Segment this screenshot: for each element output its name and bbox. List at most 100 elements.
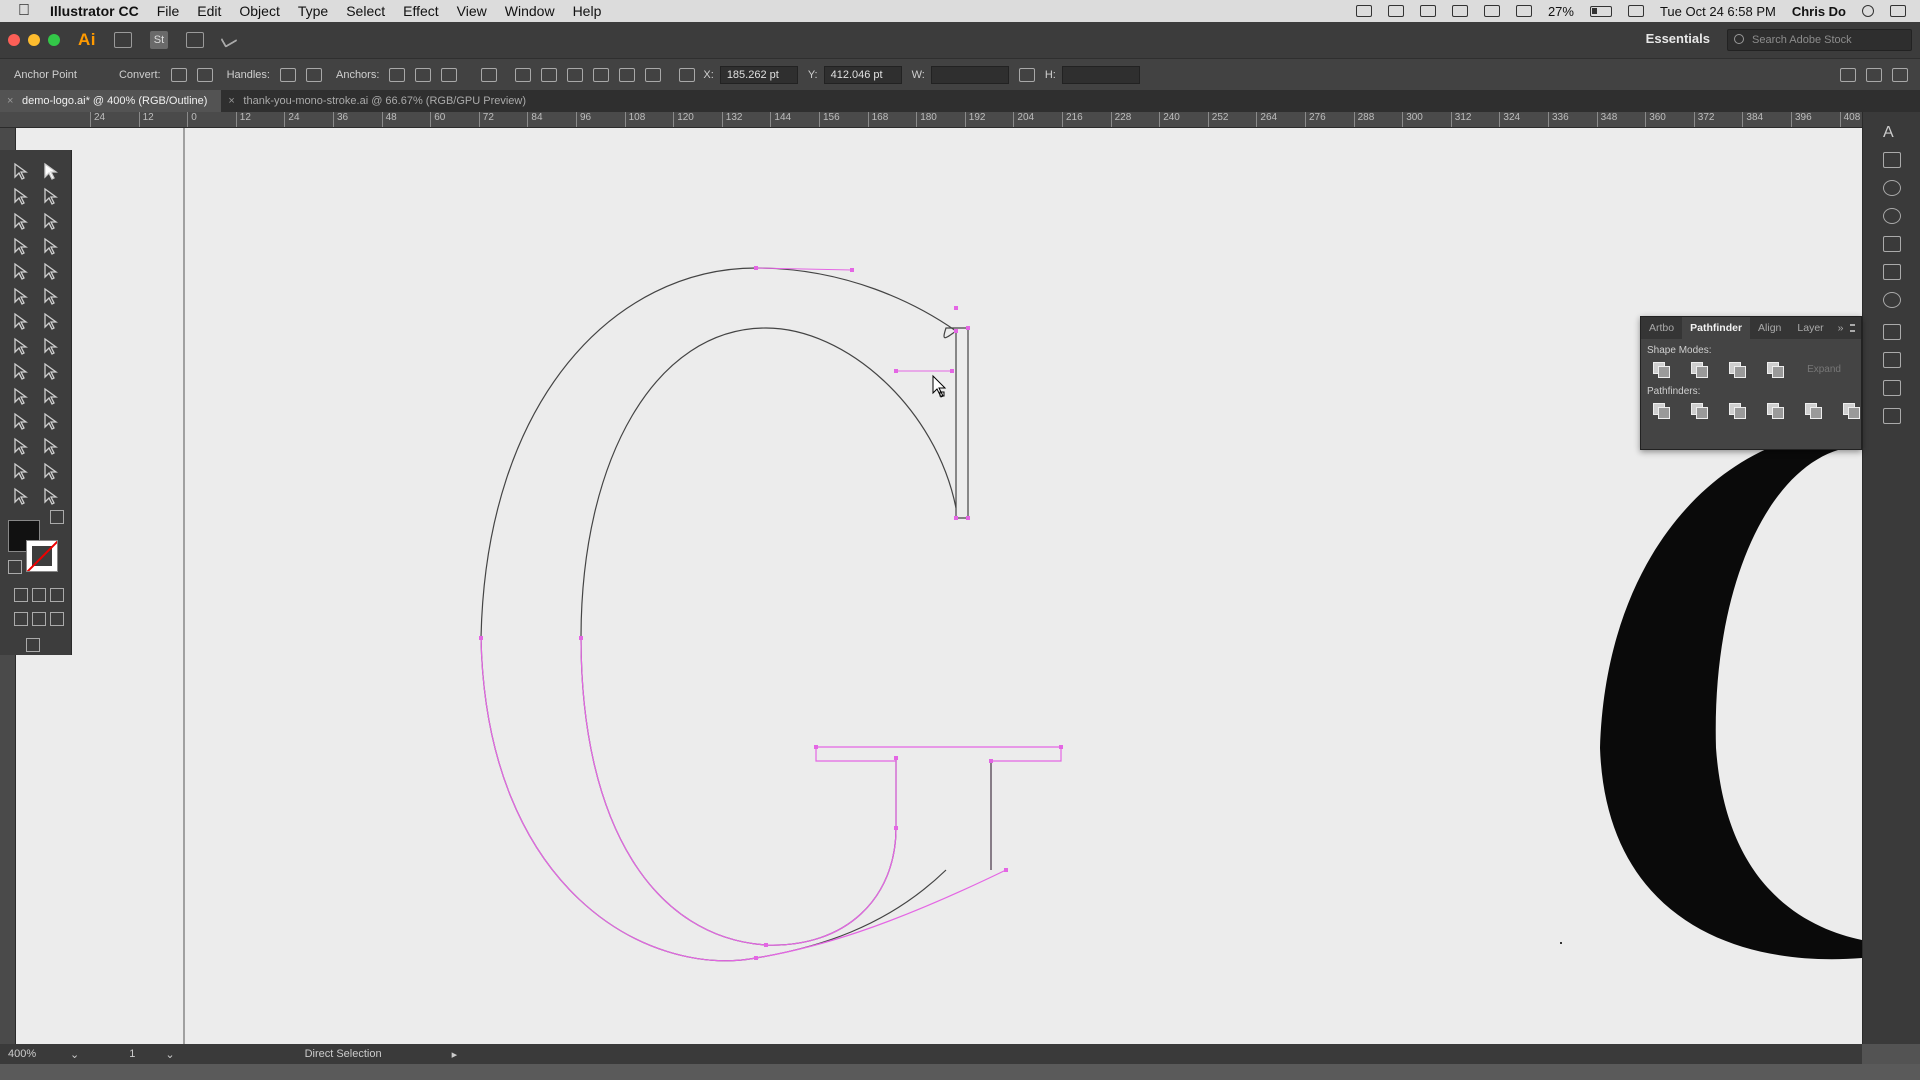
paintbrush-tool-icon[interactable] — [40, 260, 62, 282]
anchor-points[interactable] — [479, 266, 1063, 960]
opacity-panel-icon[interactable] — [1883, 292, 1901, 308]
horizontal-ruler[interactable]: 24 12 0 12 24 36 48 60 72 84 96 108 120 132 144 156 168 1… — [0, 112, 1862, 128]
intersect-button[interactable] — [1729, 362, 1746, 378]
perspective-grid-tool-icon[interactable] — [40, 360, 62, 382]
unite-button[interactable] — [1653, 362, 1670, 378]
connect-anchors-icon[interactable] — [415, 67, 432, 82]
zoom-tool-icon[interactable] — [40, 485, 62, 507]
app-name-menu[interactable]: Illustrator CC — [50, 3, 139, 19]
menu-effect[interactable]: Effect — [403, 3, 439, 19]
transform-icon[interactable] — [1840, 67, 1856, 82]
artboard-number-field[interactable]: 1 — [129, 1048, 135, 1060]
hide-handles-icon[interactable] — [305, 67, 322, 82]
magic-wand-tool-icon[interactable] — [10, 185, 32, 207]
notification-center-icon[interactable] — [1890, 5, 1906, 17]
menu-select[interactable]: Select — [346, 3, 385, 19]
show-handles-icon[interactable] — [279, 67, 296, 82]
artboard-dropdown-icon[interactable]: ⌄ — [165, 1048, 174, 1061]
panel-menu-icon[interactable] — [1849, 324, 1855, 332]
color-mode-icon[interactable] — [14, 588, 28, 602]
stray-point[interactable] — [1560, 942, 1562, 944]
menu-type[interactable]: Type — [298, 3, 328, 19]
isolate-group-icon[interactable] — [1866, 67, 1882, 82]
battery-icon[interactable] — [1589, 5, 1612, 17]
align-to-icon[interactable] — [481, 67, 498, 82]
tab-demo-logo[interactable]: × demo-logo.ai* @ 400% (RGB/Outline) — [0, 90, 222, 112]
time-machine-icon[interactable] — [1419, 5, 1436, 17]
selection-tool-icon[interactable] — [10, 160, 32, 182]
direct-selection-tool-icon[interactable] — [40, 160, 62, 182]
eyedropper-tool-icon[interactable] — [10, 410, 32, 432]
tab-thank-you-mono-stroke[interactable]: × thank-you-mono-stroke.ai @ 66.67% (RGB… — [221, 90, 540, 112]
pen-tool-icon[interactable] — [10, 210, 32, 232]
draw-behind-icon[interactable] — [32, 612, 46, 626]
free-transform-tool-icon[interactable] — [40, 335, 62, 357]
user-name[interactable]: Chris Do — [1792, 4, 1846, 19]
reference-point-icon[interactable] — [679, 67, 696, 82]
status-menu-arrow-icon[interactable]: ▸ — [452, 1048, 458, 1061]
shape-builder-tool-icon[interactable] — [10, 360, 32, 382]
line-segment-tool-icon[interactable] — [40, 235, 62, 257]
menu-help[interactable]: Help — [573, 3, 602, 19]
screen-mode-icon[interactable] — [26, 638, 40, 652]
reflect-tool-icon[interactable] — [10, 310, 32, 332]
stroke-color-swatch[interactable] — [26, 540, 58, 572]
artboards-panel-icon[interactable] — [1883, 324, 1901, 340]
cut-path-icon[interactable] — [441, 67, 458, 82]
apple-menu-icon[interactable]:  — [18, 2, 36, 20]
selected-path-segment[interactable] — [580, 637, 897, 946]
tab-align[interactable]: Align — [1750, 317, 1789, 339]
wifi-icon[interactable] — [1451, 5, 1468, 17]
gradient-mode-icon[interactable] — [32, 588, 46, 602]
zoom-level-field[interactable]: 400% — [8, 1048, 70, 1060]
exclude-button[interactable] — [1767, 362, 1784, 378]
convert-to-corner-icon[interactable] — [170, 67, 187, 82]
letter-g-terminal-path[interactable] — [943, 327, 969, 519]
hand-tool-icon[interactable] — [10, 485, 32, 507]
merge-button[interactable] — [1729, 403, 1746, 419]
more-tabs-icon[interactable]: » — [1832, 322, 1850, 334]
none-mode-icon[interactable] — [50, 588, 64, 602]
remove-anchor-icon[interactable] — [389, 67, 406, 82]
artboard-tool-icon[interactable] — [10, 460, 32, 482]
slice-tool-icon[interactable] — [40, 460, 62, 482]
menu-view[interactable]: View — [457, 3, 487, 19]
minimize-window-button[interactable] — [28, 34, 40, 46]
paragraph-panel-icon[interactable] — [1883, 152, 1901, 168]
align-middle-icon[interactable] — [619, 67, 636, 82]
align-right-icon[interactable] — [567, 67, 584, 82]
mesh-tool-icon[interactable] — [10, 385, 32, 407]
width-field[interactable] — [930, 65, 1009, 84]
horizontal-scrollbar[interactable] — [0, 1064, 1920, 1080]
pathfinder-panel-icon[interactable] — [1883, 352, 1901, 368]
gpu-performance-icon[interactable] — [220, 32, 238, 48]
scale-tool-icon[interactable] — [40, 310, 62, 332]
puppet-warp-tool-icon[interactable] — [10, 335, 32, 357]
align-center-icon[interactable] — [541, 67, 558, 82]
height-field[interactable] — [1061, 65, 1140, 84]
menu-window[interactable]: Window — [505, 3, 555, 19]
menu-file[interactable]: File — [157, 3, 180, 19]
swap-fill-stroke-icon[interactable] — [50, 510, 64, 524]
graph-tool-icon[interactable] — [40, 435, 62, 457]
crop-button[interactable] — [1767, 403, 1784, 419]
divide-button[interactable] — [1653, 403, 1670, 419]
align-left-icon[interactable] — [515, 67, 532, 82]
clock[interactable]: Tue Oct 24 6:58 PM — [1660, 4, 1776, 19]
color-panel-icon[interactable] — [1883, 180, 1901, 196]
type-tool-icon[interactable] — [10, 235, 32, 257]
artboard-canvas[interactable] — [16, 128, 1862, 1044]
bezier-handle[interactable] — [755, 267, 853, 271]
ellipse-tool-icon[interactable] — [10, 260, 32, 282]
volume-icon[interactable] — [1515, 5, 1532, 17]
creative-cloud-icon[interactable] — [1355, 5, 1372, 17]
align-bottom-icon[interactable] — [645, 67, 662, 82]
gradient-tool-icon[interactable] — [40, 385, 62, 407]
draw-inside-icon[interactable] — [50, 612, 64, 626]
airplay-icon[interactable] — [1483, 5, 1500, 17]
color-guide-icon[interactable] — [1883, 208, 1901, 224]
notification-icon[interactable] — [1627, 5, 1644, 17]
default-colors-icon[interactable] — [8, 560, 22, 574]
minus-back-button[interactable] — [1843, 403, 1860, 419]
zoom-dropdown-icon[interactable]: ⌄ — [70, 1048, 79, 1061]
